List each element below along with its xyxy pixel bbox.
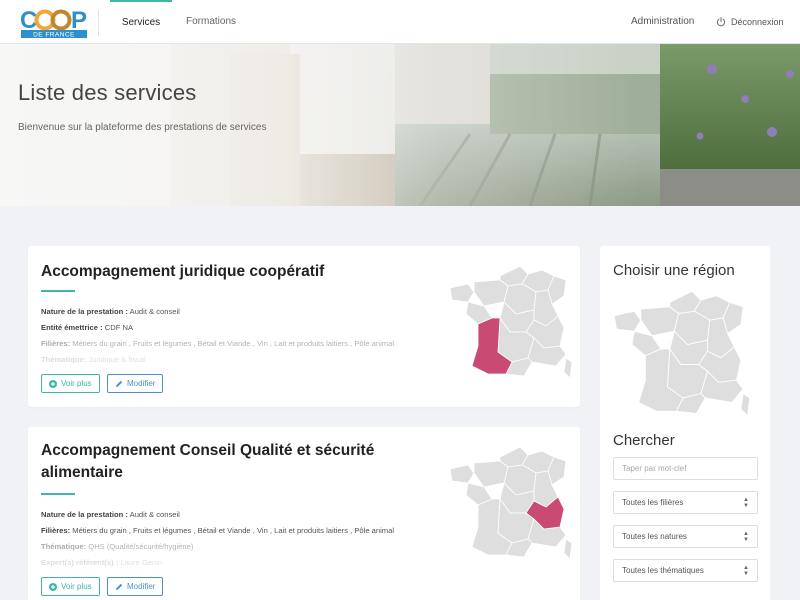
- pencil-icon: [116, 380, 123, 387]
- natures-select-value: Toutes les natures: [622, 532, 687, 541]
- plus-circle-icon: [49, 582, 57, 591]
- logo-divider: [98, 10, 99, 36]
- edit-label: Modifier: [127, 582, 156, 591]
- france-map-icon: [449, 446, 573, 560]
- service-field-filieres: Filières: Métiers du grain , Fruits et l…: [41, 339, 395, 348]
- edit-label: Modifier: [127, 379, 156, 388]
- title-underline: [41, 493, 75, 495]
- region-heading: Choisir une région: [613, 262, 735, 279]
- tab-services[interactable]: Services: [110, 0, 172, 44]
- view-more-button[interactable]: Voir plus: [41, 577, 100, 596]
- view-more-label: Voir plus: [61, 379, 92, 388]
- administration-link[interactable]: Administration: [631, 0, 694, 44]
- natures-select[interactable]: Toutes les natures ▲ ▼: [613, 525, 758, 548]
- tab-formations[interactable]: Formations: [186, 0, 236, 44]
- service-field-experts: Expert(s) référent(s) : Laure Genin: [41, 558, 163, 567]
- filieres-select-value: Toutes les filières: [622, 498, 684, 507]
- region-selector-map[interactable]: [612, 286, 752, 421]
- search-heading: Chercher: [613, 432, 675, 449]
- hero-banner: Liste des services Bienvenue sur la plat…: [0, 44, 800, 206]
- svg-text:P: P: [71, 7, 87, 34]
- service-field-thematique: Thématique: Juridique & fiscal: [41, 355, 146, 364]
- filter-sidebar: Choisir une région Chercher Toutes les f…: [600, 246, 770, 600]
- select-arrows-icon: ▲ ▼: [743, 530, 749, 543]
- service-title[interactable]: Accompagnement Conseil Qualité et sécuri…: [41, 440, 401, 484]
- pencil-icon: [116, 583, 123, 590]
- view-more-label: Voir plus: [61, 582, 92, 591]
- service-card: Accompagnement juridique coopératif Natu…: [28, 246, 580, 407]
- page-subtitle: Bienvenue sur la plateforme des prestati…: [18, 122, 267, 133]
- france-map-icon: [449, 265, 573, 379]
- power-icon: [716, 17, 726, 27]
- edit-button[interactable]: Modifier: [107, 374, 164, 393]
- service-card: Accompagnement Conseil Qualité et sécuri…: [28, 427, 580, 600]
- top-navbar: C P DE FRANCE Services Formations Admini…: [0, 0, 800, 44]
- service-field-nature: Nature de la prestation : Audit & consei…: [41, 307, 180, 316]
- svg-text:DE FRANCE: DE FRANCE: [33, 32, 75, 39]
- edit-button[interactable]: Modifier: [107, 577, 164, 596]
- keyword-search-input[interactable]: [613, 457, 758, 480]
- service-field-nature: Nature de la prestation : Audit & consei…: [41, 510, 180, 519]
- service-title[interactable]: Accompagnement juridique coopératif: [41, 261, 401, 283]
- select-arrows-icon: ▲ ▼: [743, 496, 749, 509]
- select-arrows-icon: ▲ ▼: [743, 564, 749, 577]
- service-field-filieres: Filières: Métiers du grain , Fruits et l…: [41, 526, 395, 535]
- logout-link[interactable]: Déconnexion: [716, 0, 784, 44]
- service-field-thematique: Thématique: QHS (Qualité/sécurité/hygièn…: [41, 542, 194, 551]
- thematiques-select[interactable]: Toutes les thématiques ▲ ▼: [613, 559, 758, 582]
- coop-de-france-logo[interactable]: C P DE FRANCE: [20, 6, 88, 40]
- thematiques-select-value: Toutes les thématiques: [622, 566, 704, 575]
- svg-text:C: C: [20, 7, 37, 34]
- title-underline: [41, 290, 75, 292]
- filieres-select[interactable]: Toutes les filières ▲ ▼: [613, 491, 758, 514]
- plus-circle-icon: [49, 379, 57, 388]
- page-title: Liste des services: [18, 80, 197, 105]
- service-field-entity: Entité émettrice : CDF NA: [41, 323, 134, 332]
- logout-label: Déconnexion: [731, 17, 784, 27]
- view-more-button[interactable]: Voir plus: [41, 374, 100, 393]
